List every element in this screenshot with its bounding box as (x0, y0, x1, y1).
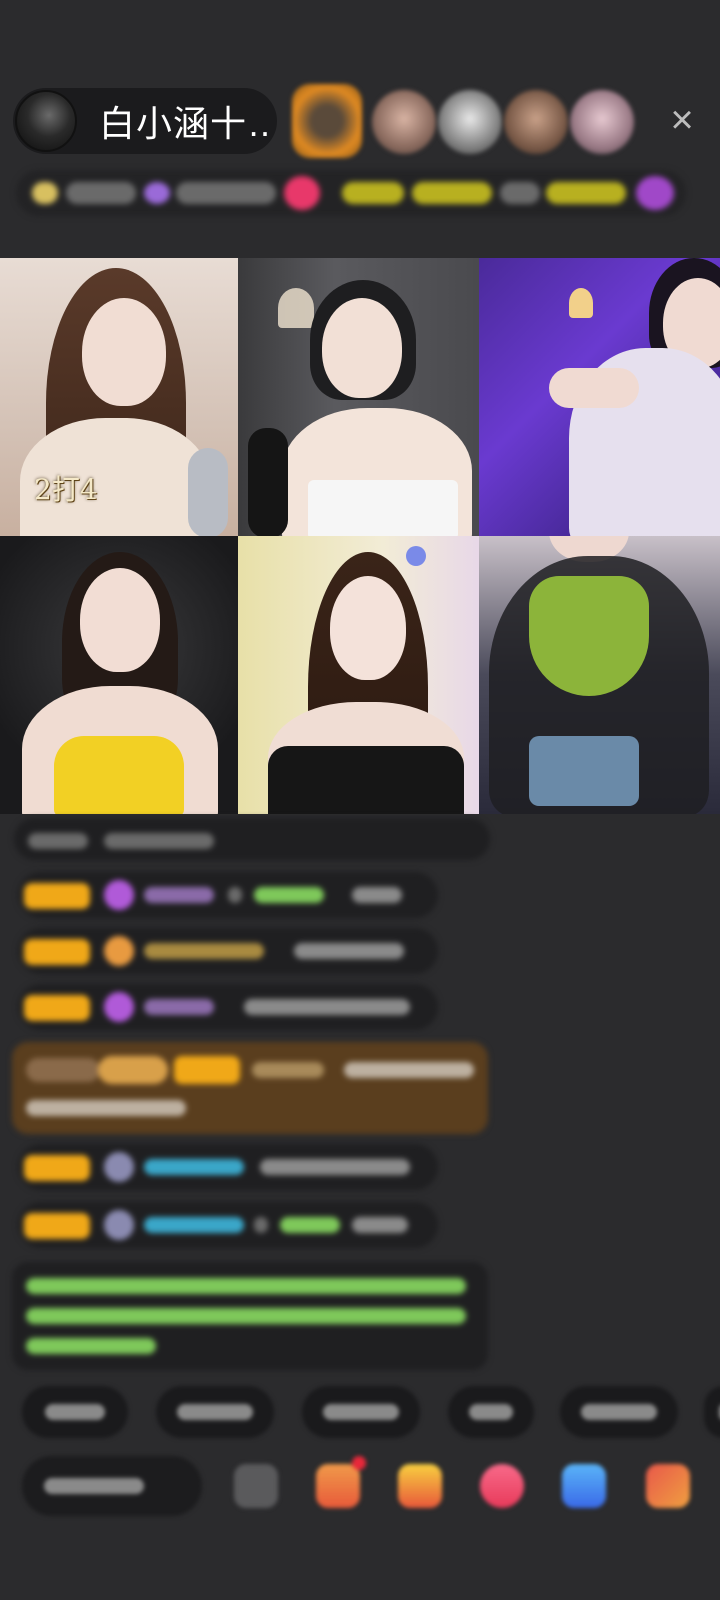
viewer-avatar[interactable] (438, 90, 502, 154)
battle-label: 2打4 (34, 473, 98, 506)
quick-reply-chip[interactable] (704, 1386, 720, 1438)
video-tile[interactable]: 2打4 (0, 258, 238, 536)
treasure-icon[interactable] (398, 1464, 442, 1508)
host-info-pill[interactable]: 白小涵十… (13, 88, 277, 154)
multi-host-video-grid: 2打4 (0, 258, 720, 814)
chat-highlight-message[interactable] (12, 1042, 488, 1134)
chat-message[interactable] (18, 1202, 438, 1248)
host-name: 白小涵十… (99, 103, 274, 144)
video-tile[interactable] (0, 536, 238, 814)
chat-system-notice (12, 1262, 488, 1370)
room-info-bar[interactable] (16, 170, 686, 216)
quick-reply-chip[interactable] (560, 1386, 678, 1438)
host-avatar[interactable] (15, 90, 77, 152)
viewer-avatar[interactable] (372, 90, 436, 154)
viewer-avatar[interactable] (504, 90, 568, 154)
chat-message[interactable] (18, 1144, 438, 1190)
chat-message[interactable] (18, 872, 438, 918)
more-icon[interactable] (646, 1464, 690, 1508)
close-icon[interactable]: × (660, 98, 704, 142)
chat-system-message (14, 818, 490, 860)
quick-reply-chip[interactable] (302, 1386, 420, 1438)
share-icon[interactable] (562, 1464, 606, 1508)
chat-input[interactable] (22, 1456, 202, 1516)
emoji-icon[interactable] (234, 1464, 278, 1508)
video-tile[interactable] (238, 258, 479, 536)
top-viewers-list (292, 84, 652, 158)
viewer-avatar[interactable] (570, 90, 634, 154)
chat-message[interactable] (18, 984, 438, 1030)
quick-reply-chip[interactable] (156, 1386, 274, 1438)
video-tile[interactable] (479, 258, 720, 536)
chat-message[interactable] (18, 928, 438, 974)
video-tile[interactable] (479, 536, 720, 814)
quick-reply-chip[interactable] (22, 1386, 128, 1438)
quick-reply-chip[interactable] (448, 1386, 534, 1438)
gift-icon[interactable] (316, 1456, 366, 1508)
video-tile[interactable] (238, 536, 479, 814)
viewer-avatar[interactable] (292, 84, 362, 158)
heart-icon[interactable] (480, 1464, 524, 1508)
